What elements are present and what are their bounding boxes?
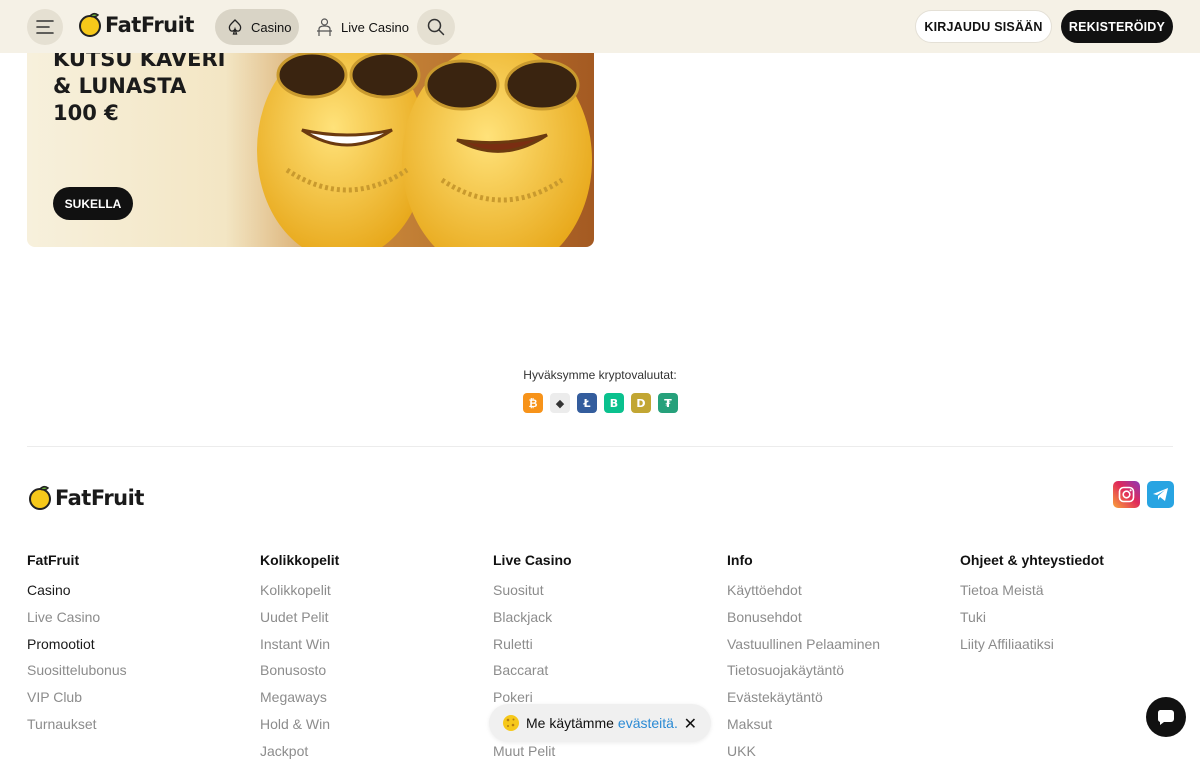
instagram-link[interactable]: [1113, 481, 1140, 508]
footer-link-promotions[interactable]: Promootiot: [27, 636, 247, 663]
footer-link-popular[interactable]: Suositut: [493, 582, 713, 609]
footer-link-affiliates[interactable]: Liity Affiliaatiksi: [960, 636, 1180, 663]
footer-divider: [27, 446, 1173, 447]
top-header: FatFruit Casino Live Casino KIRJAUDU SIS…: [0, 0, 1200, 53]
logo-text: FatFruit: [105, 13, 194, 37]
search-button[interactable]: [417, 9, 455, 45]
nav-live-casino[interactable]: Live Casino: [316, 9, 409, 45]
promo-title-line2: & LUNASTA: [53, 74, 187, 98]
cookie-banner: Me käytämme evästeitä. ✕: [489, 704, 711, 742]
instagram-icon: [1118, 486, 1135, 503]
footer-col-slots: Kolikkopelit Kolikkopelit Uudet Pelit In…: [260, 552, 480, 770]
dogecoin-icon: D: [631, 393, 651, 413]
crypto-label: Hyväksymme kryptovaluutat:: [523, 368, 677, 382]
footer-link-terms[interactable]: Käyttöehdot: [727, 582, 947, 609]
register-button[interactable]: REKISTERÖIDY: [1061, 10, 1173, 43]
footer-col-title: Ohjeet & yhteystiedot: [960, 552, 1104, 568]
footer-link-live-casino[interactable]: Live Casino: [27, 609, 247, 636]
bitcoin-icon: ₿: [523, 393, 543, 413]
footer-link-payments[interactable]: Maksut: [727, 716, 947, 743]
footer-col-title: Kolikkopelit: [260, 552, 340, 568]
footer-link-bonus-buy[interactable]: Bonusosto: [260, 662, 480, 689]
chat-button[interactable]: [1146, 697, 1186, 737]
footer-link-referral-bonus[interactable]: Suosittelubonus: [27, 662, 247, 689]
nav-casino-label: Casino: [251, 19, 292, 35]
footer-link-megaways[interactable]: Megaways: [260, 689, 480, 716]
footer-link-baccarat[interactable]: Baccarat: [493, 662, 713, 689]
footer-col-info: Info Käyttöehdot Bonusehdot Vastuullinen…: [727, 552, 947, 770]
promo-title: KUTSU KAVERI & LUNASTA 100 €: [53, 46, 253, 127]
telegram-icon: [1153, 488, 1168, 501]
footer-link-blackjack[interactable]: Blackjack: [493, 609, 713, 636]
footer-link-privacy-policy[interactable]: Tietosuojakäytäntö: [727, 662, 947, 689]
cookie-policy-link[interactable]: evästeitä.: [618, 715, 678, 731]
footer-col-title: Live Casino: [493, 552, 572, 568]
close-icon[interactable]: ✕: [684, 714, 697, 734]
footer-link-bonus-terms[interactable]: Bonusehdot: [727, 609, 947, 636]
footer-link-responsible-gaming[interactable]: Vastuullinen Pelaaminen: [727, 636, 947, 663]
search-icon: [427, 18, 445, 36]
footer-link-roulette[interactable]: Ruletti: [493, 636, 713, 663]
cookie-icon: [503, 715, 519, 731]
nav-live-casino-label: Live Casino: [341, 19, 409, 35]
footer-link-vip-club[interactable]: VIP Club: [27, 689, 247, 716]
footer-link-new-games[interactable]: Uudet Pelit: [260, 609, 480, 636]
footer-logo-text: FatFruit: [55, 486, 144, 510]
footer-link-hold-win[interactable]: Hold & Win: [260, 716, 480, 743]
footer-link-jackpot[interactable]: Jackpot: [260, 743, 480, 770]
footer-col-help: Ohjeet & yhteystiedot Tietoa Meistä Tuki…: [960, 552, 1180, 662]
tether-icon: ₮: [658, 393, 678, 413]
ethereum-icon: ◆: [550, 393, 570, 413]
header-logo[interactable]: FatFruit: [77, 12, 194, 38]
footer-link-faq[interactable]: UKK: [727, 743, 947, 770]
footer-link-about-us[interactable]: Tietoa Meistä: [960, 582, 1180, 609]
footer-link-tournaments[interactable]: Turnaukset: [27, 716, 247, 743]
footer-col-title: FatFruit: [27, 552, 80, 568]
login-button[interactable]: KIRJAUDU SISÄÄN: [915, 10, 1052, 43]
footer-col-title: Info: [727, 552, 753, 568]
menu-button[interactable]: [27, 9, 63, 45]
footer-link-instant-win[interactable]: Instant Win: [260, 636, 480, 663]
dealer-icon: [317, 17, 332, 36]
footer-link-support[interactable]: Tuki: [960, 609, 1180, 636]
nav-casino[interactable]: Casino: [215, 9, 299, 45]
chat-icon: [1157, 710, 1174, 725]
lemon-logo-icon: [29, 485, 51, 510]
footer-link-cookie-policy[interactable]: Evästekäytäntö: [727, 689, 947, 716]
footer-link-other-games[interactable]: Muut Pelit: [493, 743, 713, 770]
footer-logo[interactable]: FatFruit: [27, 485, 144, 511]
hamburger-icon: [36, 20, 54, 34]
cookie-text: Me käytämme: [526, 715, 614, 731]
promo-cta-button[interactable]: SUKELLA: [53, 187, 133, 220]
promo-title-line3: 100 €: [53, 101, 119, 125]
lemon-logo-icon: [79, 12, 101, 37]
crypto-icons: ₿ ◆ Ł B D ₮: [523, 393, 678, 413]
footer-link-slots[interactable]: Kolikkopelit: [260, 582, 480, 609]
casino-spade-icon: [228, 19, 242, 35]
footer-link-casino[interactable]: Casino: [27, 582, 247, 609]
litecoin-icon: Ł: [577, 393, 597, 413]
footer-col-fatfruit: FatFruit Casino Live Casino Promootiot S…: [27, 552, 247, 743]
telegram-link[interactable]: [1147, 481, 1174, 508]
bitcoin-cash-icon: B: [604, 393, 624, 413]
